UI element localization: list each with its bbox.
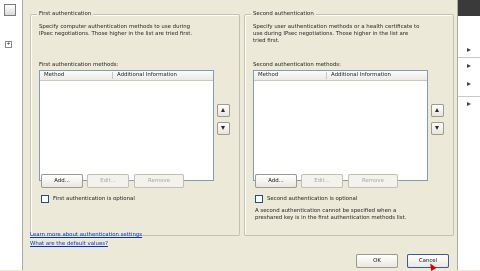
- list-header: Method Additional Information: [254, 71, 427, 81]
- first-authentication-group: First authentication Specify computer au…: [30, 11, 240, 236]
- tree-expand-icon[interactable]: +: [5, 41, 12, 48]
- second-methods-list[interactable]: Method Additional Information: [253, 70, 428, 181]
- column-method[interactable]: Method: [258, 72, 278, 79]
- second-authentication-group: Second authentication Specify user authe…: [244, 11, 454, 236]
- background-window-left: +: [0, 0, 23, 270]
- first-methods-list[interactable]: Method Additional Information: [39, 70, 214, 181]
- checkbox-box[interactable]: [255, 195, 263, 203]
- second-auth-title: Second authentication: [251, 11, 316, 17]
- column-method[interactable]: Method: [44, 72, 64, 79]
- second-optional-checkbox[interactable]: Second authentication is optional: [255, 195, 357, 203]
- first-optional-checkbox[interactable]: First authentication is optional: [41, 195, 135, 203]
- edit-button[interactable]: Edit...: [301, 174, 343, 188]
- second-methods-label: Second authentication methods:: [253, 62, 341, 68]
- up-arrow-icon: [221, 108, 225, 112]
- divider: [458, 96, 480, 97]
- move-down-button[interactable]: [217, 122, 230, 135]
- up-arrow-icon: [435, 108, 439, 112]
- checkbox-label: Second authentication is optional: [267, 196, 358, 202]
- second-auth-description: Specify user authentication methods or a…: [253, 24, 420, 44]
- chevron-right-icon[interactable]: [467, 48, 471, 52]
- checkbox-label: First authentication is optional: [53, 196, 135, 202]
- remove-button[interactable]: Remove: [348, 174, 398, 188]
- move-up-button[interactable]: [431, 104, 444, 117]
- background-title-bar: [458, 0, 480, 16]
- chevron-right-icon[interactable]: [467, 102, 471, 106]
- app-icon: [4, 4, 16, 16]
- first-auth-title: First authentication: [37, 11, 94, 17]
- move-up-button[interactable]: [217, 104, 230, 117]
- down-arrow-icon: [435, 126, 439, 130]
- default-values-link[interactable]: What are the default values?: [30, 241, 108, 247]
- column-additional-info[interactable]: Additional Information: [117, 72, 177, 79]
- remove-button[interactable]: Remove: [134, 174, 184, 188]
- column-additional-info[interactable]: Additional Information: [331, 72, 391, 79]
- chevron-right-icon[interactable]: [467, 82, 471, 86]
- ok-button[interactable]: OK: [356, 254, 398, 268]
- divider: [458, 57, 480, 58]
- move-down-button[interactable]: [431, 122, 444, 135]
- learn-more-link[interactable]: Learn more about authentication settings: [30, 232, 142, 238]
- authentication-dialog: First authentication Specify computer au…: [26, 0, 454, 270]
- edit-button[interactable]: Edit...: [87, 174, 129, 188]
- list-header: Method Additional Information: [40, 71, 213, 81]
- checkbox-box[interactable]: [41, 195, 49, 203]
- chevron-right-icon[interactable]: [467, 64, 471, 68]
- first-auth-description: Specify computer authentication methods …: [39, 24, 193, 37]
- add-button[interactable]: Add...: [41, 174, 83, 188]
- first-methods-label: First authentication methods:: [39, 62, 119, 68]
- background-window-right: [457, 0, 480, 270]
- second-auth-note: A second authentication cannot be specif…: [255, 208, 407, 221]
- add-button[interactable]: Add...: [255, 174, 297, 188]
- down-arrow-icon: [221, 126, 225, 130]
